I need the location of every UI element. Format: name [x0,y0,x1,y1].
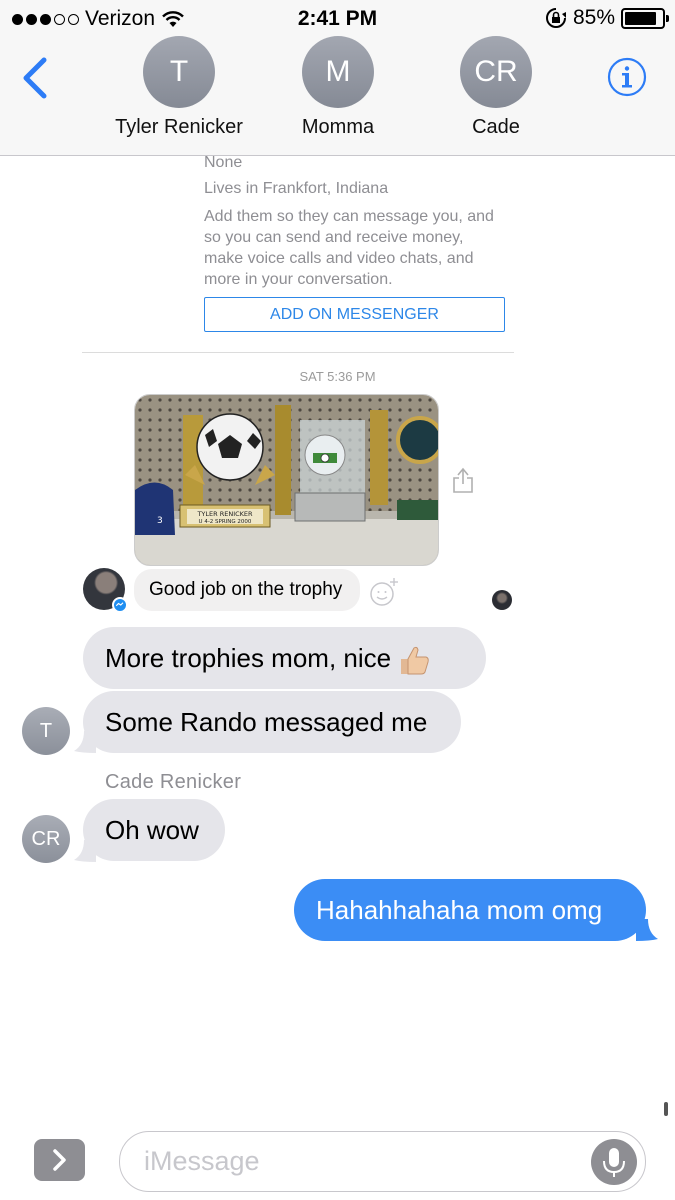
message-text: Hahahhahaha mom omg [316,895,603,925]
add-reaction-icon[interactable] [368,576,400,608]
messenger-message-bubble[interactable]: Good job on the trophy [134,569,360,611]
card-line-1: None [204,154,243,171]
divider [82,352,514,353]
svg-text:3: 3 [157,516,163,526]
chevron-right-icon [53,1149,66,1171]
imessage-input[interactable]: iMessage [119,1131,646,1192]
card-location: Lives in Frankfort, Indiana [204,180,389,197]
thumbs-up-emoji-icon [401,646,429,675]
plate-name: TYLER RENICKER [196,510,253,518]
input-placeholder: iMessage [144,1146,260,1176]
bubble-tail [74,731,96,753]
message-bubble-outgoing[interactable]: Hahahhahaha mom omg [294,879,646,941]
read-receipt-avatar [492,590,512,610]
contact-cade[interactable]: CR Cade [421,36,571,139]
message-text: Oh wow [105,815,199,845]
scroll-indicator [664,1102,668,1116]
contact-name: Tyler Renicker [115,116,243,138]
contact-tyler[interactable]: T Tyler Renicker [104,36,254,139]
contact-momma[interactable]: M Momma [263,36,413,139]
sender-name: Cade Renicker [105,771,242,793]
avatar: CR [460,36,532,108]
back-chevron-icon[interactable] [18,56,52,100]
expand-apps-button[interactable] [34,1139,85,1181]
add-on-messenger-button[interactable]: ADD ON MESSENGER [204,297,505,332]
messenger-contact-card: None Lives in Frankfort, Indiana Add the… [204,152,504,290]
contact-name: Momma [301,116,375,138]
trophy-photo-image: 3 TYLER RENICKER U 4-2 SPRING 2000 [135,395,438,565]
status-bar: Verizon 2:41 PM 85% [0,0,675,38]
message-timestamp: SAT 5:36 PM [299,369,376,384]
messenger-badge-icon [112,597,128,613]
status-right: 85% [545,6,669,30]
trophy-photo[interactable]: 3 TYLER RENICKER U 4-2 SPRING 2000 [134,394,439,566]
dictation-button[interactable] [591,1139,637,1185]
message-bubble-incoming[interactable]: Some Rando messaged me [83,691,461,753]
bubble-tail [74,840,96,862]
message-bubble-incoming[interactable]: Oh wow [83,799,225,861]
contact-name: Cade [472,116,520,138]
battery-icon [621,7,669,29]
message-bubble-incoming[interactable]: More trophies mom, nice [83,627,486,689]
message-text: More trophies mom, nice [105,643,392,673]
microphone-icon [603,1148,625,1177]
avatar: M [302,36,374,108]
avatar[interactable]: CR [22,815,70,863]
avatar[interactable]: T [22,707,70,755]
avatar: T [143,36,215,108]
message-text: Some Rando messaged me [105,707,428,737]
info-icon[interactable] [607,57,647,97]
battery-percent: 85% [572,6,615,29]
bubble-tail [636,919,658,941]
rotation-lock-icon [546,8,566,28]
share-icon[interactable] [452,466,474,494]
plate-detail: U 4-2 SPRING 2000 [199,519,252,525]
card-description: Add them so they can message you, and so… [204,208,494,288]
